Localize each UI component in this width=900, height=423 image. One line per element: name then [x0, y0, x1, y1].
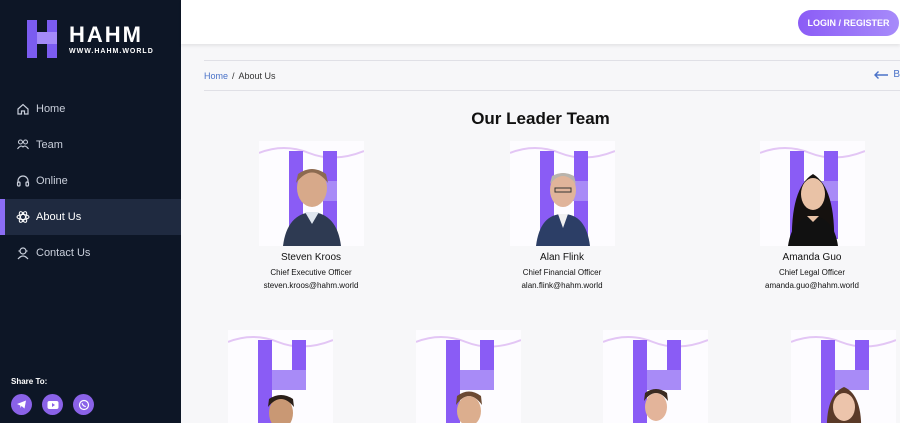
team-card: Alan Flink Chief Financial Officer alan.…: [487, 141, 637, 290]
sidebar-item-label: Home: [36, 103, 66, 115]
sidebar-item-label: About Us: [36, 211, 82, 223]
team-card: [580, 330, 730, 423]
member-name: Amanda Guo: [782, 252, 842, 263]
sidebar-item-about-us[interactable]: About Us: [0, 199, 181, 235]
breadcrumb-separator: /: [232, 70, 235, 81]
member-role: Chief Legal Officer: [778, 268, 846, 277]
top-bar: LOGIN / REGISTER: [181, 0, 900, 44]
page-title: Our Leader Team: [471, 109, 610, 128]
youtube-icon[interactable]: [42, 394, 63, 415]
member-photo: [602, 330, 708, 423]
share-label: Share To:: [11, 377, 48, 386]
team-card: [393, 330, 543, 423]
logo-mark-icon: [27, 20, 57, 58]
team-card: [205, 330, 355, 423]
team-card: [768, 330, 900, 423]
brand-name: HAHM: [69, 21, 143, 47]
sidebar-item-online[interactable]: Online: [0, 163, 181, 199]
member-role: Chief Executive Officer: [270, 268, 352, 277]
atom-icon: [16, 210, 30, 224]
team-icon: [16, 138, 30, 152]
logo[interactable]: HAHM WWW.HAHM.WORLD: [27, 20, 154, 58]
member-photo: [509, 141, 615, 246]
team-card: Amanda Guo Chief Legal Officer amanda.gu…: [737, 141, 887, 290]
sidebar-item-team[interactable]: Team: [0, 127, 181, 163]
sidebar-item-label: Team: [36, 139, 63, 151]
team-card: Steven Kroos Chief Executive Officer ste…: [236, 141, 386, 290]
telegram-icon[interactable]: [11, 394, 32, 415]
back-button[interactable]: B: [873, 69, 900, 80]
member-name: Steven Kroos: [280, 252, 342, 263]
breadcrumb: Home / About Us B: [204, 60, 900, 91]
member-email[interactable]: amanda.guo@hahm.world: [737, 281, 887, 290]
arrow-left-icon: [874, 70, 889, 79]
sidebar-item-label: Online: [36, 175, 68, 187]
sidebar-item-label: Contact Us: [36, 247, 91, 259]
member-photo: [790, 330, 896, 423]
brand-domain: WWW.HAHM.WORLD: [69, 47, 154, 55]
whatsapp-icon[interactable]: [73, 394, 94, 415]
sidebar-item-home[interactable]: Home: [0, 91, 181, 127]
headset-icon: [16, 174, 30, 188]
member-photo: [227, 330, 333, 423]
member-photo: [759, 141, 865, 246]
sidebar-nav: Home Team Online About Us Contact Us: [0, 91, 181, 271]
member-email[interactable]: alan.flink@hahm.world: [487, 281, 637, 290]
share-section: Share To:: [11, 377, 94, 415]
breadcrumb-current: About Us: [238, 70, 276, 81]
member-photo: [258, 141, 364, 246]
login-register-button[interactable]: LOGIN / REGISTER: [798, 10, 899, 36]
member-role: Chief Financial Officer: [522, 268, 602, 277]
breadcrumb-home-link[interactable]: Home: [204, 71, 228, 81]
home-icon: [16, 102, 30, 116]
member-photo: [415, 330, 521, 423]
back-label: B: [893, 69, 900, 80]
contact-icon: [16, 246, 30, 260]
member-name: Alan Flink: [540, 252, 584, 263]
member-email[interactable]: steven.kroos@hahm.world: [236, 281, 386, 290]
sidebar: HAHM WWW.HAHM.WORLD Home Team Online Abo…: [0, 0, 181, 423]
sidebar-item-contact-us[interactable]: Contact Us: [0, 235, 181, 271]
